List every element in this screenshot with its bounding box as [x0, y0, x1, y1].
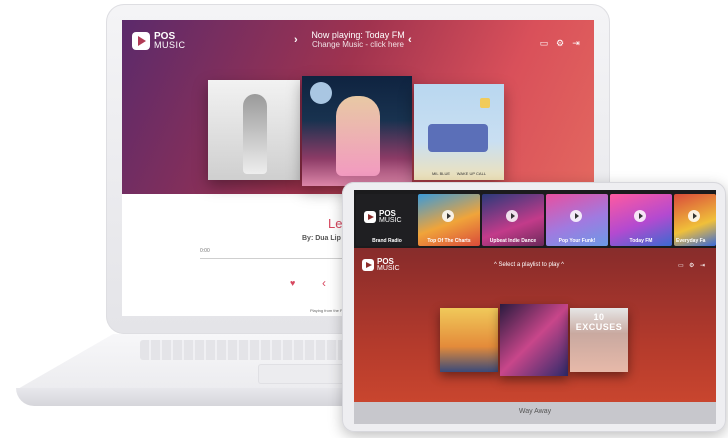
brand-logo[interactable]: POS MUSIC — [132, 32, 186, 50]
window-icon[interactable]: ▭ — [678, 262, 684, 269]
album-cover[interactable] — [440, 308, 498, 372]
window-icon[interactable]: ▭ — [538, 37, 550, 49]
playlist-label: Today FM — [629, 238, 653, 244]
brand-line2: MUSIC — [377, 265, 400, 272]
playlist-tile[interactable]: Upbeat Indie Dance — [482, 194, 544, 246]
playlist-tile[interactable]: Today FM — [610, 194, 672, 246]
playlist-strip: POS MUSIC Brand Radio Top Of The Charts U… — [354, 190, 716, 248]
cover-caption-left: MIL BLUE — [431, 171, 451, 176]
play-icon[interactable] — [506, 210, 518, 222]
play-icon[interactable] — [442, 210, 454, 222]
exit-icon[interactable]: ⇥ — [700, 262, 705, 269]
chevron-left-icon[interactable]: ‹ — [408, 34, 412, 46]
playlist-tile[interactable]: Pop Your Funk! — [546, 194, 608, 246]
change-music-link[interactable]: Change Music - click here — [278, 40, 438, 49]
now-playing-title: Now playing: Today FM — [311, 30, 405, 40]
tablet-screen: POS MUSIC Brand Radio Top Of The Charts U… — [354, 190, 716, 424]
album-cover[interactable]: 10 EXCUSES — [570, 308, 628, 372]
playlist-tile[interactable]: Top Of The Charts — [418, 194, 480, 246]
cover-title: 10 EXCUSES — [575, 312, 623, 332]
song-artist: By: Dua Lip — [302, 235, 341, 242]
progress-bar[interactable] — [200, 258, 360, 259]
tablet-footer: Way Away — [354, 402, 716, 424]
album-cover[interactable] — [208, 80, 300, 180]
playlist-label: Upbeat Indie Dance — [489, 238, 537, 244]
brand-logo[interactable]: POS MUSIC — [362, 258, 400, 272]
play-icon[interactable] — [634, 210, 646, 222]
playlist-tile[interactable]: Everyday Fa — [674, 194, 716, 246]
playlist-tile[interactable]: POS MUSIC Brand Radio — [356, 194, 418, 246]
previous-icon[interactable]: ‹ — [322, 276, 326, 290]
playlist-label: Everyday Fa — [676, 238, 706, 244]
cover-caption-right: WAKE UP CALL — [456, 171, 487, 176]
gear-icon[interactable]: ⚙ — [554, 37, 566, 49]
play-logo-icon — [362, 259, 374, 271]
play-icon[interactable] — [570, 210, 582, 222]
exit-icon[interactable]: ⇥ — [570, 37, 582, 49]
play-logo-icon — [132, 32, 150, 50]
select-playlist-prompt[interactable]: ^ Select a playlist to play ^ — [494, 262, 564, 268]
playlist-label: Pop Your Funk! — [558, 238, 596, 244]
playing-from: Playing from the Fu — [310, 308, 345, 313]
dislike-heart-icon[interactable]: ♥ — [290, 278, 295, 288]
album-cover-current[interactable] — [302, 76, 412, 186]
playlist-label: Brand Radio — [372, 238, 402, 244]
play-logo-icon — [364, 211, 376, 223]
elapsed-time: 0:00 — [200, 248, 210, 254]
play-icon[interactable] — [688, 210, 700, 222]
chevron-up-icon: ^ — [559, 262, 564, 268]
album-cover[interactable]: MIL BLUE WAKE UP CALL — [414, 84, 504, 180]
footer-track: Way Away — [518, 408, 552, 415]
brand-line2: MUSIC — [154, 40, 186, 50]
now-playing[interactable]: Now playing: Today FM Change Music - cli… — [278, 30, 438, 49]
playlist-label: Top Of The Charts — [427, 238, 471, 244]
album-cover-current[interactable] — [500, 304, 568, 376]
gear-icon[interactable]: ⚙ — [689, 262, 694, 269]
